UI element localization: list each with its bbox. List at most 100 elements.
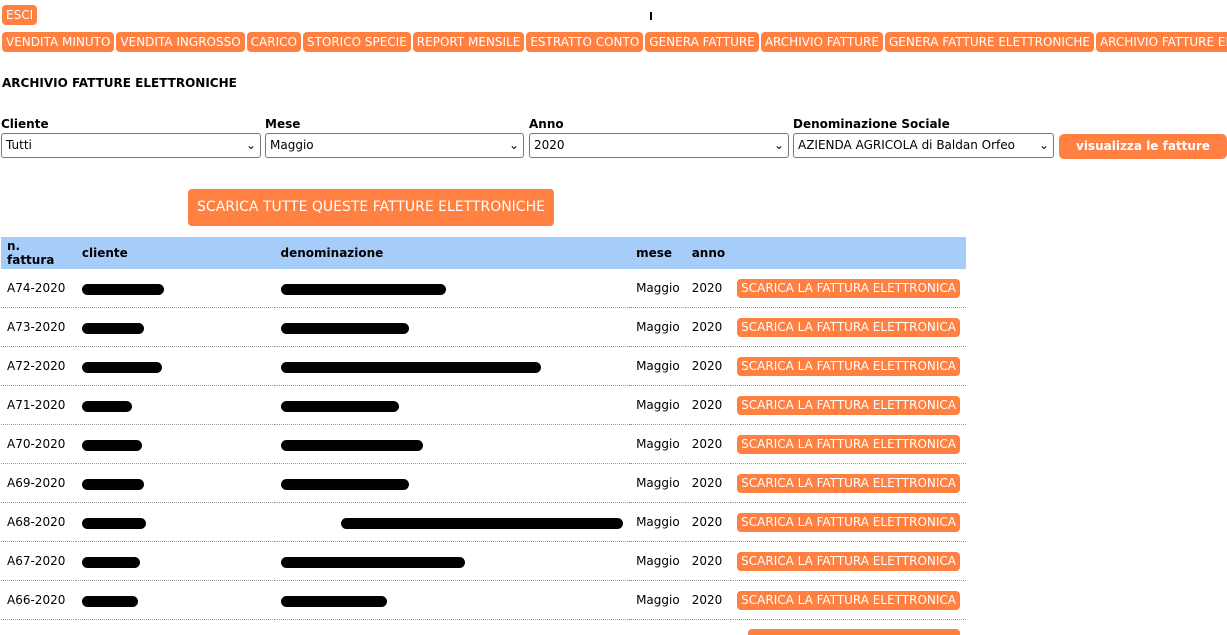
cell-n-fattura: A68-2020 [1, 502, 76, 542]
filter-cliente: Cliente Tutti ⌄ [1, 116, 261, 158]
scarica-fattura-button[interactable]: SCARICA LA FATTURA ELETTRONICA [737, 395, 960, 415]
cell-actions: SCARICA LA FATTURA ELETTRONICA [731, 463, 966, 503]
cell-denominazione [274, 580, 631, 620]
mese-select[interactable]: Maggio ⌄ [265, 133, 524, 158]
table-row: A74-2020 Maggio 2020 SCARICA LA FATTURA … [1, 269, 966, 308]
anno-select-value: 2020 [534, 138, 565, 152]
denominazione-select-value: AZIENDA AGRICOLA di Baldan Orfeo [798, 138, 1015, 152]
cell-n-fattura: A70-2020 [1, 424, 76, 464]
page-title: ARCHIVIO FATTURE ELETTRONICHE [2, 76, 237, 90]
redaction-mark [81, 323, 144, 334]
nav-carico[interactable]: CARICO [246, 32, 301, 52]
cell-cliente [75, 502, 275, 542]
scarica-fattura-button[interactable]: SCARICA LA FATTURA ELETTRONICA [737, 512, 960, 532]
scarica-fattura-button[interactable]: SCARICA LA FATTURA ELETTRONICA [737, 590, 960, 610]
cell-anno: 2020 [685, 502, 732, 542]
redaction-mark [280, 479, 409, 490]
header-cliente: cliente [75, 237, 275, 269]
scarica-fattura-button[interactable]: SCARICA LA FATTURA ELETTRONICA [737, 434, 960, 454]
table-row: A73-2020 Maggio 2020 SCARICA LA FATTURA … [1, 307, 966, 347]
cell-cliente [75, 385, 275, 425]
cliente-select[interactable]: Tutti ⌄ [1, 133, 261, 158]
redaction-mark [81, 479, 144, 490]
cell-actions: SCARICA LA FATTURA ELETTRONICA [731, 502, 966, 542]
denominazione-select[interactable]: AZIENDA AGRICOLA di Baldan Orfeo ⌄ [793, 133, 1054, 158]
cell-mese: Maggio [630, 385, 686, 425]
nav-storico-specie[interactable]: STORICO SPECIE [302, 32, 411, 52]
cell-denominazione [274, 346, 631, 386]
header-anno: anno [685, 237, 732, 269]
redaction-mark [81, 440, 142, 451]
cell-cliente [75, 541, 275, 581]
chevron-down-icon: ⌄ [245, 138, 256, 152]
cell-n-fattura: A69-2020 [1, 463, 76, 503]
cell-denominazione [274, 502, 631, 542]
filter-anno: Anno 2020 ⌄ [529, 116, 789, 158]
cliente-label: Cliente [1, 117, 49, 131]
nav-genera-fatture[interactable]: GENERA FATTURE [645, 32, 759, 52]
redaction-mark [81, 518, 146, 529]
anno-select[interactable]: 2020 ⌄ [529, 133, 789, 158]
mese-label: Mese [265, 117, 301, 131]
chevron-down-icon: ⌄ [773, 138, 784, 152]
redaction-mark [280, 596, 387, 607]
cell-mese: Maggio [630, 463, 686, 503]
cell-n-fattura: A66-2020 [1, 580, 76, 620]
fatture-table: n. fattura cliente denominazione mese an… [1, 237, 966, 620]
redaction-mark [280, 323, 409, 334]
cell-actions: SCARICA LA FATTURA ELETTRONICA [731, 580, 966, 620]
table-header-row: n. fattura cliente denominazione mese an… [1, 237, 966, 269]
nav-vendita-minuto[interactable]: VENDITA MINUTO [2, 32, 115, 52]
cliente-select-value: Tutti [6, 138, 32, 152]
table-row: A66-2020 Maggio 2020 SCARICA LA FATTURA … [1, 580, 966, 620]
redaction-mark [81, 284, 164, 295]
cell-mese: Maggio [630, 541, 686, 581]
redaction-mark [280, 362, 541, 373]
cell-anno: 2020 [685, 346, 732, 386]
cell-mese: Maggio [630, 424, 686, 464]
esci-button[interactable]: ESCI [2, 5, 38, 25]
cell-denominazione [274, 307, 631, 347]
table-row: A67-2020 Maggio 2020 SCARICA LA FATTURA … [1, 541, 966, 581]
cell-anno: 2020 [685, 541, 732, 581]
scarica-fattura-button[interactable]: SCARICA LA FATTURA ELETTRONICA [737, 473, 960, 493]
cell-cliente [75, 307, 275, 347]
cell-actions: SCARICA LA FATTURA ELETTRONICA [731, 269, 966, 308]
scarica-tutte-button[interactable]: SCARICA TUTTE QUESTE FATTURE ELETTRONICH… [188, 189, 554, 226]
mese-select-value: Maggio [270, 138, 314, 152]
cell-cliente [75, 580, 275, 620]
nav-estratto-conto[interactable]: ESTRATTO CONTO [526, 32, 644, 52]
redaction-mark [280, 557, 465, 568]
redaction-mark [280, 284, 446, 295]
text-cursor [650, 12, 652, 20]
chevron-down-icon: ⌄ [508, 138, 519, 152]
cell-actions: SCARICA LA FATTURA ELETTRONICA [731, 346, 966, 386]
redaction-mark [280, 401, 399, 412]
cell-denominazione [274, 541, 631, 581]
cell-denominazione [274, 424, 631, 464]
scarica-fattura-button[interactable]: SCARICA LA FATTURA ELETTRONICA [737, 551, 960, 571]
cell-cliente [75, 269, 275, 308]
filter-denominazione: Denominazione Sociale AZIENDA AGRICOLA d… [793, 116, 1054, 158]
scarica-fattura-button-partial[interactable] [748, 629, 960, 635]
cell-mese: Maggio [630, 580, 686, 620]
cell-n-fattura: A67-2020 [1, 541, 76, 581]
cell-n-fattura: A71-2020 [1, 385, 76, 425]
cell-denominazione [274, 385, 631, 425]
header-denominazione: denominazione [274, 237, 631, 269]
scarica-fattura-button[interactable]: SCARICA LA FATTURA ELETTRONICA [737, 278, 960, 298]
scarica-fattura-button[interactable]: SCARICA LA FATTURA ELETTRONICA [737, 317, 960, 337]
nav-vendita-ingrosso[interactable]: VENDITA INGROSSO [116, 32, 245, 52]
cell-anno: 2020 [685, 580, 732, 620]
nav-genera-fatture-elettroniche[interactable]: GENERA FATTURE ELETTRONICHE [884, 32, 1094, 52]
table-row: A69-2020 Maggio 2020 SCARICA LA FATTURA … [1, 463, 966, 503]
cell-anno: 2020 [685, 463, 732, 503]
nav-archivio-fatture[interactable]: ARCHIVIO FATTURE [760, 32, 883, 52]
visualizza-fatture-button[interactable]: visualizza le fatture [1059, 134, 1227, 159]
nav-archivio-fatture-elettroniche[interactable]: ARCHIVIO FATTURE ELETTRONICHE [1095, 32, 1227, 52]
nav-report-mensile[interactable]: REPORT MENSILE [412, 32, 525, 52]
scarica-fattura-button[interactable]: SCARICA LA FATTURA ELETTRONICA [737, 356, 960, 376]
cell-denominazione [274, 463, 631, 503]
redaction-mark [340, 518, 623, 529]
filter-mese: Mese Maggio ⌄ [265, 116, 524, 158]
